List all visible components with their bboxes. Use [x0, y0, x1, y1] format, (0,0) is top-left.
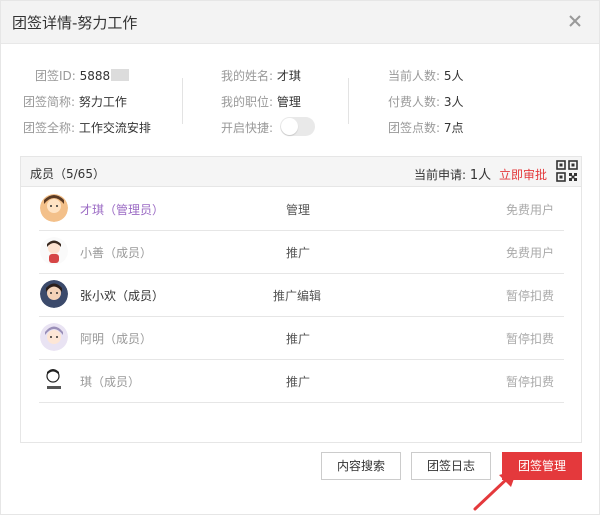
current-count-label: 当前人数: [388, 69, 441, 83]
content-search-button[interactable]: 内容搜索 [321, 452, 401, 480]
my-name-value: 才琪 [276, 69, 301, 83]
my-name-label: 我的姓名: [221, 69, 274, 83]
avatar [40, 280, 68, 308]
member-row[interactable]: 才琪（管理员） 管理 免费用户 [39, 187, 564, 231]
approve-now-link[interactable]: 立即审批 [499, 168, 547, 182]
avatar [40, 366, 68, 394]
member-role: 管理 [286, 203, 311, 217]
paid-count-value: 3人 [443, 95, 464, 109]
column-divider [348, 78, 349, 124]
pending-label: 当前申请: [414, 168, 467, 182]
pending-requests: 当前申请: 1人 立即审批 [414, 164, 547, 183]
shortcut-label: 开启快捷: [221, 121, 274, 135]
column-divider [182, 78, 183, 124]
member-name: 阿明（成员） [80, 332, 153, 346]
toggle-knob [281, 118, 298, 135]
member-name: 张小欢（成员） [80, 289, 165, 303]
member-status: 免费用户 [505, 203, 554, 217]
group-id-label: 团签ID: [35, 69, 76, 83]
members-panel: 成员（5/65） 当前申请: 1人 立即审批 才琪（管理员） 管理 免费用户 小… [20, 156, 582, 443]
member-status: 暂停扣费 [505, 332, 554, 346]
members-panel-header: 成员（5/65） 当前申请: 1人 立即审批 [21, 157, 581, 187]
redacted-block [111, 69, 130, 81]
qr-code-icon[interactable] [556, 160, 578, 182]
pointer-arrow-icon [473, 470, 517, 511]
points-value: 7点 [443, 121, 464, 135]
full-name-value: 工作交流安排 [78, 121, 151, 135]
member-role: 推广编辑 [273, 289, 322, 303]
member-status: 暂停扣费 [505, 375, 554, 389]
short-name-label: 团签简称: [23, 95, 76, 109]
group-detail-dialog: 团签详情-努力工作 团签ID: 5888 团签简称: 努力工作 团签全称: 工作… [0, 0, 600, 515]
my-role-label: 我的职位: [221, 95, 274, 109]
member-status: 免费用户 [505, 246, 554, 260]
member-role: 推广 [286, 375, 311, 389]
member-name: 小善（成员） [80, 246, 153, 260]
paid-count-label: 付费人数: [388, 95, 441, 109]
avatar [40, 237, 68, 265]
member-row[interactable]: 小善（成员） 推广 免费用户 [39, 230, 564, 274]
member-role: 推广 [286, 332, 311, 346]
member-status: 暂停扣费 [505, 289, 554, 303]
member-row[interactable]: 阿明（成员） 推广 暂停扣费 [39, 316, 564, 360]
member-row[interactable]: 琪（成员） 推广 暂停扣费 [39, 359, 564, 403]
group-id-value: 5888 [79, 69, 111, 83]
member-role: 推广 [286, 246, 311, 260]
member-name: 才琪（管理员） [80, 203, 165, 217]
shortcut-toggle[interactable] [280, 117, 315, 136]
full-name-label: 团签全称: [23, 121, 76, 135]
my-role-value: 管理 [276, 95, 301, 109]
avatar [40, 194, 68, 222]
points-label: 团签点数: [388, 121, 441, 135]
current-count-value: 5人 [443, 69, 464, 83]
short-name-value: 努力工作 [78, 95, 127, 109]
member-row[interactable]: 张小欢（成员） 推广编辑 暂停扣费 [39, 273, 564, 317]
member-name: 琪（成员） [80, 375, 141, 389]
members-count: 成员（5/65） [30, 167, 105, 181]
avatar [40, 323, 68, 351]
pending-count: 1人 [469, 168, 492, 183]
